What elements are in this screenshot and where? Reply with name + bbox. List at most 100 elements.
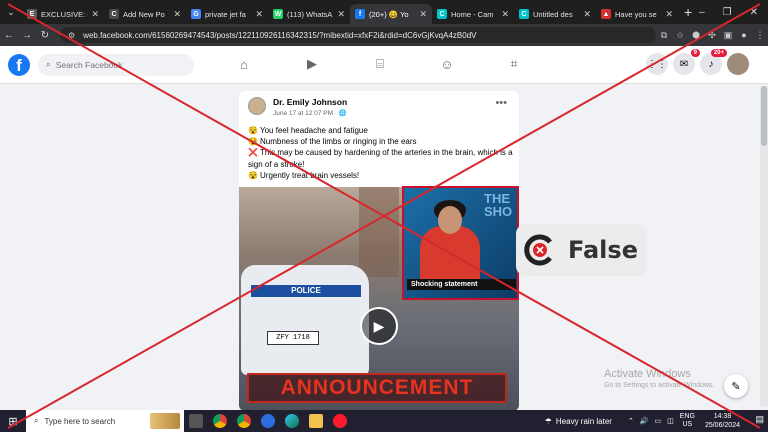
post-text-line: 😵 Urgently treat brain vessels! [248,170,513,181]
install-icon[interactable]: ⧉ [656,30,672,41]
window-controls: – ❐ ✕ [699,7,768,18]
tab-title: (20+) 😀 Yo [369,9,409,19]
taskbar-file-explorer-icon[interactable] [304,410,328,432]
menu-grid-icon[interactable]: ⋮⋮ [646,53,668,75]
tab-close-icon[interactable]: ✕ [665,9,673,20]
site-info-icon[interactable]: ⚙ [68,31,75,40]
account-avatar[interactable] [727,53,749,75]
clock-date: 25/06/2024 [704,422,740,429]
taskbar-search-placeholder: Type here to search [44,416,116,426]
browser-tab[interactable]: f (20+) 😀 Yo ✕ [350,4,432,24]
play-button-icon[interactable]: ▶ [360,307,398,345]
home-icon[interactable]: ⌂ [234,54,254,74]
puzzle-icon[interactable]: ✣ [704,30,720,41]
bookmark-star-icon[interactable]: ☆ [672,30,688,41]
taskbar-chrome-icon[interactable] [208,410,232,432]
address-bar: ← → ↻ ⚙ web.facebook.com/61560269474543/… [0,24,768,46]
close-window-icon[interactable]: ✕ [750,7,758,18]
news-anchor-inset: THE SHO Shocking statement [402,186,519,300]
license-plate: ZFY 1718 [267,331,319,345]
url-field[interactable]: ⚙ web.facebook.com/61560269474543/posts/… [60,27,656,43]
browser-tab[interactable]: C Untitled des ✕ [514,4,596,24]
new-tab-button[interactable]: + [684,4,692,20]
tab-close-icon[interactable]: ✕ [419,9,427,20]
browser-tab[interactable]: C Add New Po ✕ [104,4,186,24]
tab-search-icon[interactable]: ⌄ [0,7,22,18]
tab-favicon-icon: ▲ [601,9,611,19]
search-icon: ⌕ [46,59,51,69]
forward-icon[interactable]: → [18,30,36,41]
browser-menu-icon[interactable]: ⋮ [752,30,768,41]
post-date[interactable]: June 17 at 12:07 PM · 🌐 [273,109,347,117]
back-icon[interactable]: ← [0,30,18,41]
volume-icon[interactable]: 🔊 [640,417,649,425]
tab-favicon-icon: E [27,9,37,19]
taskbar-chrome-icon[interactable] [232,410,256,432]
post-text-line: 😵 You feel headache and fatigue [248,125,513,136]
network-icon[interactable]: ◫ [667,417,674,425]
browser-tab[interactable]: C Home - Cam ✕ [432,4,514,24]
weather-widget[interactable]: ☂ Heavy rain later [545,417,612,426]
video-icon[interactable]: ▶ [302,54,322,74]
messenger-badge: 9 [690,49,700,57]
marketplace-icon[interactable]: ⌸ [370,54,390,74]
post-text: 😵 You feel headache and fatigue 😵 Numbness … [248,125,513,181]
line-text: This may be caused by hardening of the a… [248,148,513,169]
extension-icon[interactable]: ⬢ [688,30,704,41]
tab-title: Untitled des [533,9,573,19]
tab-close-icon[interactable]: ✕ [501,9,509,20]
tab-close-icon[interactable]: ✕ [91,9,99,20]
taskbar-opera-icon[interactable] [328,410,352,432]
minimize-icon[interactable]: – [699,7,705,18]
line-emoji-icon: ❌ [248,148,258,158]
background-building [359,187,399,277]
groups-icon[interactable]: ☺ [437,54,457,74]
clock-time: 14:38 [713,413,732,420]
windows-activation-watermark: Activate Windows Go to Settings to activ… [604,368,715,389]
browser-tab[interactable]: W (113) WhatsA ✕ [268,4,350,24]
anchor-head [438,206,462,234]
chevron-up-icon[interactable]: ⌃ [628,417,634,425]
language-indicator[interactable]: ENG US [680,413,695,429]
browser-tab[interactable]: E EXCLUSIVE: I ✕ [22,4,104,24]
facebook-search-box[interactable]: ⌕ [38,53,194,76]
tab-close-icon[interactable]: ✕ [173,9,181,20]
tab-close-icon[interactable]: ✕ [337,9,345,20]
new-message-icon[interactable]: ✎ [724,374,748,398]
tab-favicon-icon: G [191,9,201,19]
taskbar-clock[interactable]: 14:38 25/06/2024 [705,412,740,430]
author-name[interactable]: Dr. Emily Johnson [273,97,347,107]
notifications-icon[interactable]: ♪ 20+ [700,49,727,75]
tab-close-icon[interactable]: ✕ [583,9,591,20]
taskbar-edge-icon[interactable] [280,410,304,432]
search-input[interactable] [55,59,176,70]
browser-tab[interactable]: Gprivate jet fa ✕ [186,4,268,24]
tab-close-icon[interactable]: ✕ [255,9,263,20]
sidepanel-icon[interactable]: ▣ [720,30,736,41]
gaming-icon[interactable]: ⌗ [504,54,524,74]
tab-title: private jet fa [205,9,246,19]
rain-cloud-icon: ☂ [544,416,552,426]
tab-strip: E EXCLUSIVE: I ✕ C Add New Po ✕ Gprivate jet f… [22,0,678,24]
post-more-icon[interactable]: ••• [495,97,507,109]
post-date-text: June 17 at 12:07 PM · [273,110,339,117]
battery-icon[interactable]: ▭ [655,417,662,425]
taskbar-task-view-icon[interactable] [184,410,208,432]
tab-favicon-icon: C [437,9,447,19]
profile-avatar-icon[interactable]: ● [736,30,752,40]
tab-favicon-icon: C [519,9,529,19]
tab-favicon-icon: W [273,9,283,19]
watermark-subtitle: Go to Settings to activate Windows. [604,382,715,389]
messenger-icon[interactable]: ✉ 9 [673,49,700,75]
taskbar-signal-icon[interactable] [256,410,280,432]
author-avatar[interactable] [248,97,266,115]
browser-tab[interactable]: ▲ Have you se ✕ [596,4,678,24]
windows-start-icon[interactable]: ⊞ [0,415,26,428]
taskbar-search[interactable]: ⌕ Type here to search [26,410,184,432]
reload-icon[interactable]: ↻ [36,30,54,41]
facebook-logo[interactable]: f [8,53,30,76]
notification-center-icon[interactable]: ▤ [755,414,764,425]
scrollbar-thumb[interactable] [761,86,767,146]
restore-icon[interactable]: ❐ [723,7,732,18]
page-scrollbar[interactable] [760,86,768,406]
